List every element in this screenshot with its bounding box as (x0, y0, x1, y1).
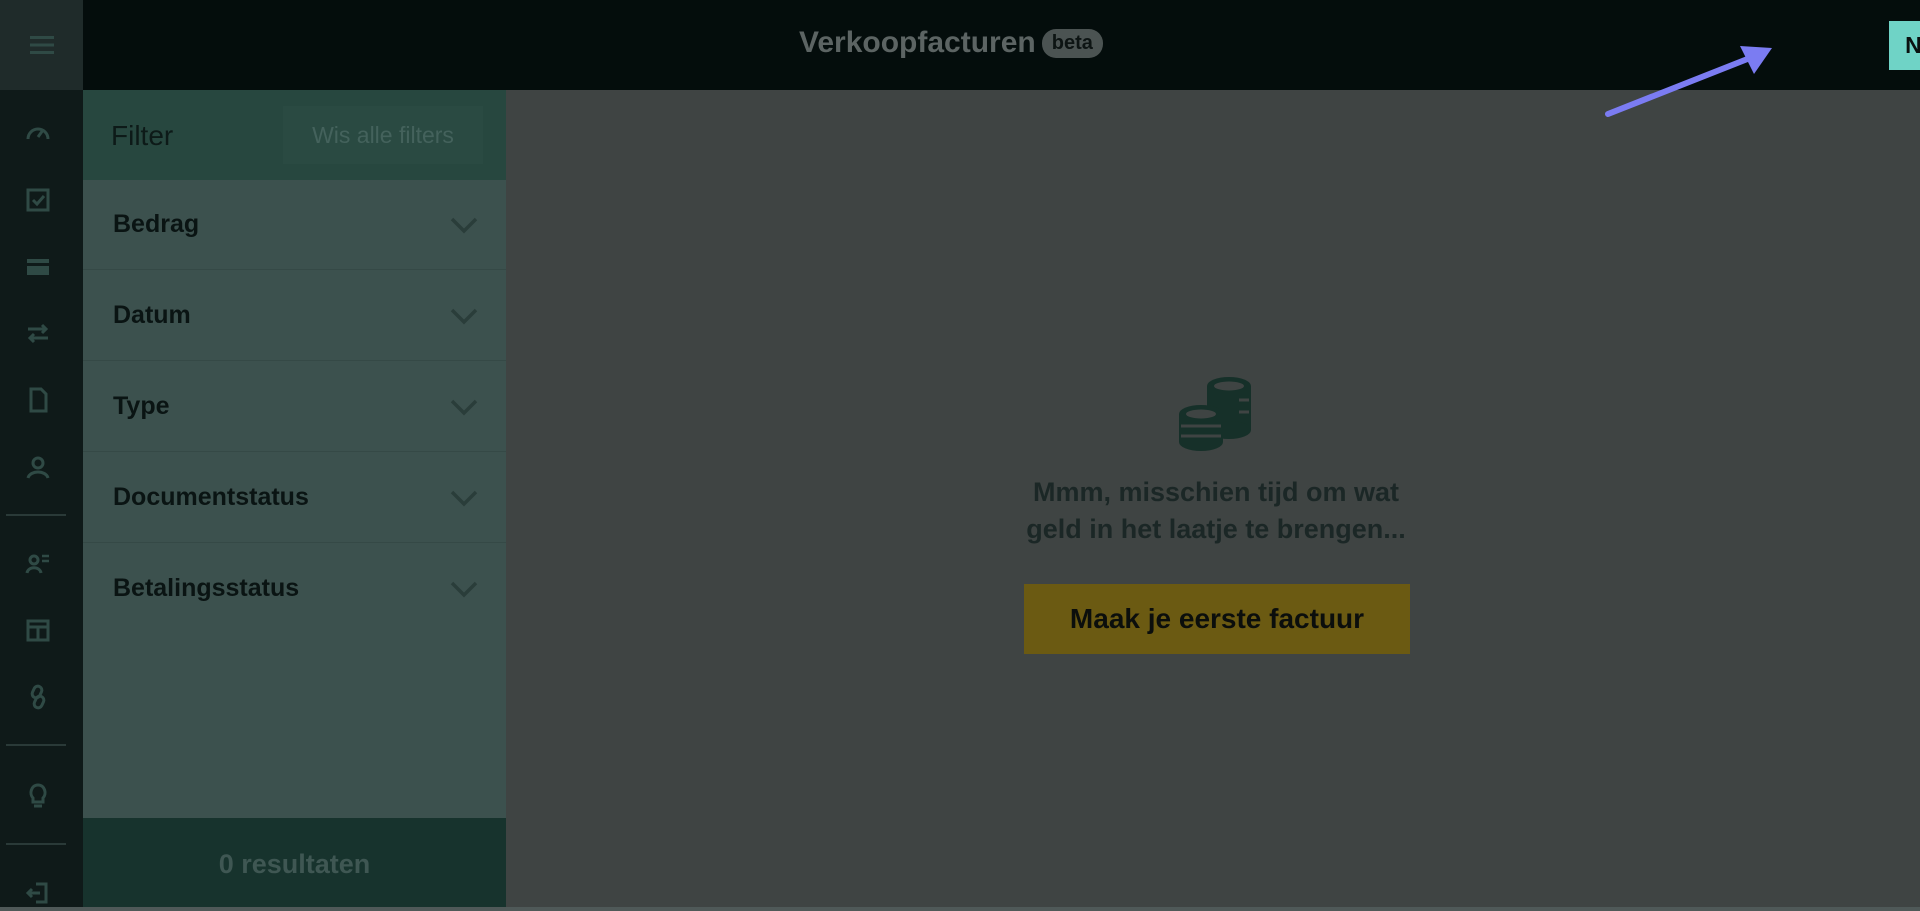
filter-header: Filter Wis alle filters (83, 90, 506, 180)
nav-transactions[interactable] (22, 317, 54, 349)
filter-section-label: Betalingsstatus (113, 574, 300, 602)
menu-icon (29, 36, 54, 54)
page-title: Verkoopfacturen beta (799, 26, 1103, 60)
chevron-down-icon (450, 217, 478, 234)
nav-dashboard[interactable] (22, 117, 54, 149)
chevron-down-icon (450, 490, 478, 507)
empty-state-message: Mmm, misschien tijd om wat geld in het l… (996, 474, 1436, 548)
create-first-invoice-button[interactable]: Maak je eerste factuur (1024, 584, 1410, 654)
filter-section-date[interactable]: Datum (83, 271, 506, 361)
customer-list-icon (25, 554, 49, 574)
contacts-icon (26, 456, 50, 479)
beta-badge: beta (1041, 28, 1103, 58)
filter-section-amount[interactable]: Bedrag (83, 180, 506, 270)
card-icon (27, 259, 49, 275)
rail-divider (6, 514, 66, 516)
results-footer: 0 resultaten (83, 818, 506, 911)
lightbulb-icon (29, 783, 47, 808)
menu-button[interactable] (0, 0, 83, 90)
icon-rail (0, 0, 83, 911)
filter-title: Filter (111, 120, 174, 151)
nav-integrations[interactable] (22, 681, 54, 713)
filter-section-label: Datum (113, 301, 191, 329)
app: Verkoopfacturen beta Nieuw Filter Wis al… (0, 0, 1920, 911)
rail-divider (6, 843, 66, 845)
filter-panel: Filter Wis alle filters Bedrag Datum Typ… (83, 90, 506, 911)
filter-section-label: Type (113, 392, 170, 420)
nav-contacts[interactable] (22, 451, 54, 483)
chevron-down-icon (450, 308, 478, 325)
empty-state: Mmm, misschien tijd om wat geld in het l… (506, 90, 1920, 911)
logout-icon (25, 882, 48, 904)
checkbox-icon (26, 188, 50, 212)
filter-section-label: Bedrag (113, 210, 200, 238)
filter-section-type[interactable]: Type (83, 362, 506, 452)
nav-products[interactable] (22, 614, 54, 646)
rail-divider (6, 744, 66, 746)
nav-customers[interactable] (22, 547, 54, 579)
filter-section-payment-status[interactable]: Betalingsstatus (83, 544, 506, 634)
nav-bank[interactable] (22, 251, 54, 283)
coins-icon (1179, 377, 1251, 451)
bottom-strip (0, 907, 1920, 911)
nav-logout[interactable] (22, 877, 54, 909)
nav-tasks[interactable] (22, 184, 54, 216)
chevron-down-icon (450, 581, 478, 598)
nav-tips[interactable] (22, 779, 54, 811)
store-icon (26, 619, 50, 642)
empty-state-line-2: geld in het laatje te brengen... (1026, 514, 1406, 544)
filter-section-label: Documentstatus (113, 483, 309, 511)
new-invoice-button[interactable]: Nieuw (1889, 21, 1920, 70)
nav-documents[interactable] (22, 384, 54, 416)
clear-all-filters-button[interactable]: Wis alle filters (283, 106, 483, 164)
transfer-icon (27, 323, 49, 344)
empty-state-line-1: Mmm, misschien tijd om wat (1032, 477, 1400, 507)
page-title-text: Verkoopfacturen (799, 26, 1036, 59)
link-icon (30, 684, 46, 710)
document-icon (29, 387, 48, 413)
chevron-down-icon (450, 399, 478, 416)
results-count: 0 resultaten (218, 849, 371, 879)
filter-section-document-status[interactable]: Documentstatus (83, 453, 506, 543)
dashboard-icon (26, 127, 50, 140)
